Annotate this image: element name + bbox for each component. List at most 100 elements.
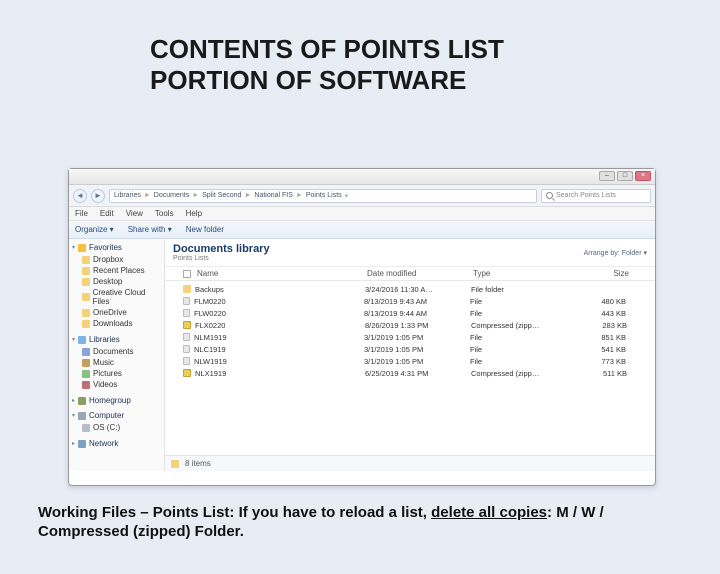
crumb[interactable]: Split Second bbox=[202, 192, 241, 199]
file-size: 541 KB bbox=[570, 345, 626, 354]
menu-file[interactable]: File bbox=[75, 209, 88, 218]
nav-item-downloads[interactable]: Downloads bbox=[72, 318, 161, 329]
search-input[interactable]: Search Points Lists bbox=[541, 189, 651, 203]
nav-item-dropbox[interactable]: Dropbox bbox=[72, 254, 161, 265]
details-bar: 8 items bbox=[165, 455, 655, 471]
menu-help[interactable]: Help bbox=[186, 209, 202, 218]
file-type: File bbox=[470, 345, 570, 354]
library-icon bbox=[78, 336, 86, 344]
nav-item-documents[interactable]: Documents bbox=[72, 346, 161, 357]
file-icon bbox=[183, 333, 190, 341]
file-icon bbox=[183, 345, 190, 353]
explorer-window: – □ × ◄ ► Libraries► Documents► Split Se… bbox=[68, 168, 656, 486]
col-type[interactable]: Type bbox=[473, 269, 573, 278]
nav-item-recent[interactable]: Recent Places bbox=[72, 265, 161, 276]
library-header: Documents library Points Lists Arrange b… bbox=[165, 239, 655, 267]
nav-item-desktop[interactable]: Desktop bbox=[72, 276, 161, 287]
new-folder-button[interactable]: New folder bbox=[186, 225, 224, 234]
file-date: 3/24/2016 11:30 A… bbox=[365, 285, 471, 294]
select-all-checkbox[interactable] bbox=[183, 270, 191, 278]
address-bar: ◄ ► Libraries► Documents► Split Second► … bbox=[69, 185, 655, 207]
file-row[interactable]: NLM19193/1/2019 1:05 PMFile851 KB bbox=[165, 331, 655, 343]
file-name: FLX0220 bbox=[195, 321, 365, 330]
col-name[interactable]: Name bbox=[197, 269, 367, 278]
crumb[interactable]: Documents bbox=[154, 192, 189, 199]
crumb[interactable]: Libraries bbox=[114, 192, 141, 199]
file-size: 511 KB bbox=[571, 369, 627, 378]
file-date: 3/1/2019 1:05 PM bbox=[364, 345, 470, 354]
share-button[interactable]: Share with ▾ bbox=[128, 225, 172, 234]
file-date: 6/25/2019 4:31 PM bbox=[365, 369, 471, 378]
nav-homegroup[interactable]: ▸Homegroup bbox=[72, 396, 161, 405]
back-button[interactable]: ◄ bbox=[73, 189, 87, 203]
crumb[interactable]: Points Lists bbox=[306, 192, 342, 199]
search-placeholder: Search Points Lists bbox=[556, 192, 616, 199]
file-list: Backups3/24/2016 11:30 A…File folderFLM0… bbox=[165, 281, 655, 379]
item-count: 8 items bbox=[185, 459, 211, 468]
nav-item-drive-c[interactable]: OS (C:) bbox=[72, 422, 161, 433]
title-line1: CONTENTS OF POINTS LIST bbox=[150, 34, 720, 65]
file-row[interactable]: FLM02208/13/2019 9:43 AMFile480 KB bbox=[165, 295, 655, 307]
file-size: 480 KB bbox=[570, 297, 626, 306]
file-row[interactable]: NLC19193/1/2019 1:05 PMFile541 KB bbox=[165, 343, 655, 355]
title-line2: PORTION OF SOFTWARE bbox=[150, 65, 720, 96]
videos-icon bbox=[82, 381, 90, 389]
file-row[interactable]: Backups3/24/2016 11:30 A…File folder bbox=[165, 283, 655, 295]
minimize-button[interactable]: – bbox=[599, 171, 615, 181]
file-date: 8/26/2019 1:33 PM bbox=[365, 321, 471, 330]
col-date[interactable]: Date modified bbox=[367, 269, 473, 278]
file-type: File bbox=[470, 297, 570, 306]
menu-edit[interactable]: Edit bbox=[100, 209, 114, 218]
breadcrumb[interactable]: Libraries► Documents► Split Second► Nati… bbox=[109, 189, 537, 203]
nav-item-cc[interactable]: Creative Cloud Files bbox=[72, 287, 161, 307]
file-type: File bbox=[470, 333, 570, 342]
caption-lead: Working Files – Points List: bbox=[38, 504, 234, 521]
maximize-button[interactable]: □ bbox=[617, 171, 633, 181]
menu-view[interactable]: View bbox=[126, 209, 143, 218]
close-button[interactable]: × bbox=[635, 171, 651, 181]
file-name: Backups bbox=[195, 285, 365, 294]
music-icon bbox=[82, 359, 90, 367]
file-date: 3/1/2019 1:05 PM bbox=[364, 333, 470, 342]
file-row[interactable]: NLX19196/25/2019 4:31 PMCompressed (zipp… bbox=[165, 367, 655, 379]
file-type: File bbox=[470, 357, 570, 366]
file-name: FLM0220 bbox=[194, 297, 364, 306]
file-date: 8/13/2019 9:43 AM bbox=[364, 297, 470, 306]
nav-libraries[interactable]: ▾Libraries bbox=[72, 335, 161, 344]
folder-icon bbox=[82, 267, 90, 275]
nav-item-music[interactable]: Music bbox=[72, 357, 161, 368]
folder-icon bbox=[183, 285, 191, 293]
file-row[interactable]: FLX02208/26/2019 1:33 PMCompressed (zipp… bbox=[165, 319, 655, 331]
file-icon bbox=[183, 309, 190, 317]
nav-computer[interactable]: ▾Computer bbox=[72, 411, 161, 420]
folder-icon bbox=[82, 309, 90, 317]
file-type: Compressed (zipp… bbox=[471, 321, 571, 330]
file-type: File folder bbox=[471, 285, 571, 294]
slide-title: CONTENTS OF POINTS LIST PORTION OF SOFTW… bbox=[150, 34, 720, 96]
nav-favorites[interactable]: ▾Favorites bbox=[72, 243, 161, 252]
forward-button[interactable]: ► bbox=[91, 189, 105, 203]
navigation-pane: ▾Favorites Dropbox Recent Places Desktop… bbox=[69, 239, 165, 471]
col-size[interactable]: Size bbox=[573, 269, 629, 278]
nav-item-videos[interactable]: Videos bbox=[72, 379, 161, 390]
folder-icon bbox=[82, 320, 90, 328]
nav-item-onedrive[interactable]: OneDrive bbox=[72, 307, 161, 318]
file-row[interactable]: FLW02208/13/2019 9:44 AMFile443 KB bbox=[165, 307, 655, 319]
file-row[interactable]: NLW19193/1/2019 1:05 PMFile773 KB bbox=[165, 355, 655, 367]
documents-icon bbox=[82, 348, 90, 356]
toolbar: Organize ▾ Share with ▾ New folder bbox=[69, 221, 655, 239]
folder-icon bbox=[82, 293, 90, 301]
file-icon bbox=[183, 297, 190, 305]
search-icon bbox=[546, 192, 553, 199]
nav-network[interactable]: ▸Network bbox=[72, 439, 161, 448]
nav-item-pictures[interactable]: Pictures bbox=[72, 368, 161, 379]
menu-tools[interactable]: Tools bbox=[155, 209, 174, 218]
crumb[interactable]: National FIS bbox=[254, 192, 293, 199]
folder-icon bbox=[171, 460, 179, 468]
homegroup-icon bbox=[78, 397, 86, 405]
column-headers: Name Date modified Type Size bbox=[165, 267, 655, 281]
library-subtitle: Points Lists bbox=[173, 255, 270, 262]
organize-button[interactable]: Organize ▾ bbox=[75, 225, 114, 234]
arrange-by[interactable]: Arrange by: Folder ▾ bbox=[584, 249, 647, 257]
library-title: Documents library bbox=[173, 243, 270, 255]
